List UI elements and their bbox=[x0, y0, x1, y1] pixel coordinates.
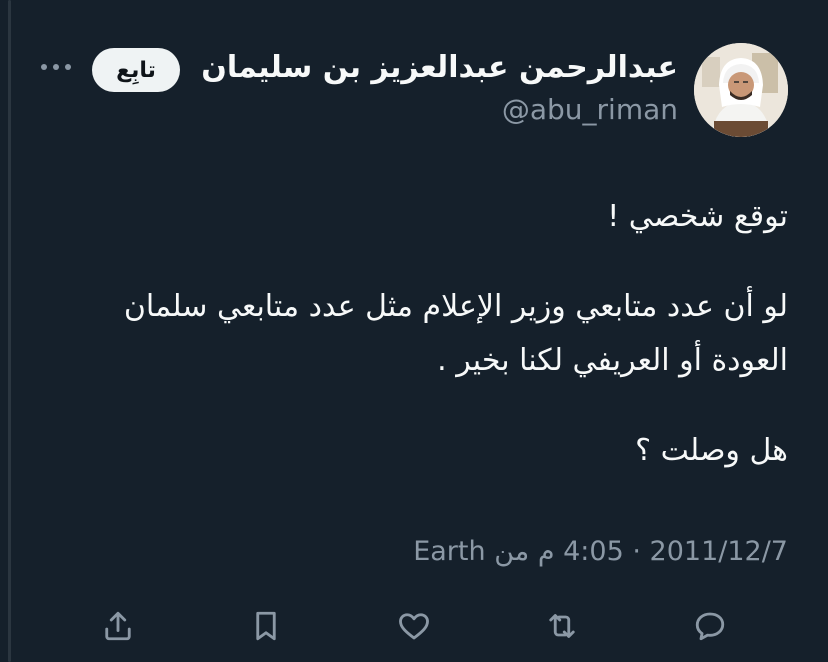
avatar-photo bbox=[694, 43, 788, 137]
more-horizontal-icon[interactable] bbox=[36, 52, 76, 82]
author-handle[interactable]: @abu_riman bbox=[502, 93, 678, 126]
share-icon bbox=[105, 611, 131, 641]
avatar[interactable] bbox=[694, 43, 788, 137]
tweet-source: من Earth bbox=[413, 536, 530, 567]
tweet-text: توقع شخصي ! لو أن عدد متابعي وزير الإعلا… bbox=[28, 190, 788, 478]
tweet-line: لو أن عدد متابعي وزير الإعلام مثل عدد مت… bbox=[123, 289, 788, 324]
like-button[interactable] bbox=[388, 600, 440, 652]
tweet-line: توقع شخصي ! bbox=[607, 199, 788, 234]
retweet-icon bbox=[549, 614, 575, 638]
reply-button[interactable] bbox=[684, 600, 736, 652]
share-button[interactable] bbox=[92, 600, 144, 652]
action-bar bbox=[0, 600, 828, 652]
bookmark-button[interactable] bbox=[240, 600, 292, 652]
tweet-line: العودة أو العريفي لكنا بخير . bbox=[437, 343, 788, 378]
tweet-metadata: 2011/12/7 · 4:05 م من Earth bbox=[413, 536, 788, 567]
tweet-line: هل وصلت ؟ bbox=[635, 433, 788, 468]
follow-button[interactable]: تابِع bbox=[92, 48, 180, 92]
heart-icon bbox=[399, 613, 429, 640]
bookmark-icon bbox=[256, 611, 276, 641]
thread-divider bbox=[8, 0, 11, 662]
tweet-date[interactable]: 2011/12/7 bbox=[650, 536, 788, 567]
tweet-time[interactable]: 4:05 م bbox=[538, 536, 624, 567]
meta-separator: · bbox=[632, 536, 641, 567]
author-display-name[interactable]: عبدالرحمن عبدالعزيز بن سليمان bbox=[201, 50, 678, 85]
tweet-page: عبدالرحمن عبدالعزيز بن سليمان @abu_riman… bbox=[0, 0, 828, 662]
reply-icon bbox=[695, 612, 725, 641]
retweet-button[interactable] bbox=[536, 600, 588, 652]
